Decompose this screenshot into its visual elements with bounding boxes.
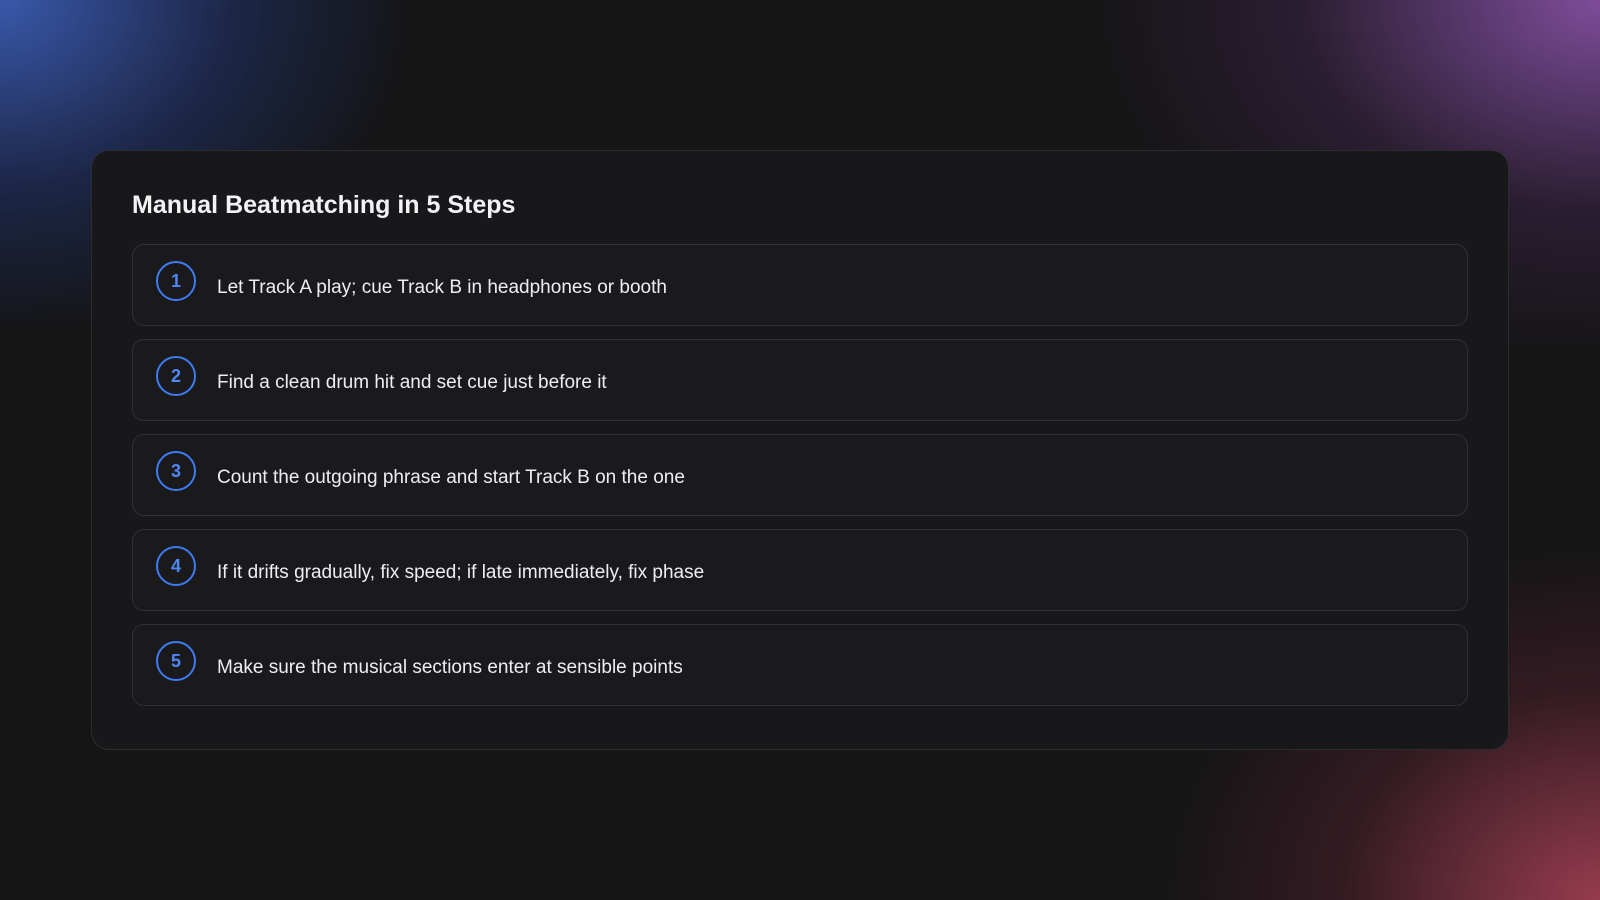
step-number-badge: 5	[156, 641, 196, 681]
step-item-1: 1 Let Track A play; cue Track B in headp…	[132, 244, 1468, 326]
step-number-badge: 1	[156, 261, 196, 301]
step-item-3: 3 Count the outgoing phrase and start Tr…	[132, 434, 1468, 516]
step-text: Count the outgoing phrase and start Trac…	[217, 467, 685, 488]
step-number-badge: 2	[156, 356, 196, 396]
step-text: Find a clean drum hit and set cue just b…	[217, 372, 607, 393]
steps-list: 1 Let Track A play; cue Track B in headp…	[132, 244, 1468, 706]
card-title: Manual Beatmatching in 5 Steps	[132, 191, 516, 219]
step-text: Make sure the musical sections enter at …	[217, 657, 683, 678]
step-item-4: 4 If it drifts gradually, fix speed; if …	[132, 529, 1468, 611]
steps-card: Manual Beatmatching in 5 Steps 1 Let Tra…	[91, 150, 1509, 750]
step-item-2: 2 Find a clean drum hit and set cue just…	[132, 339, 1468, 421]
step-number-badge: 4	[156, 546, 196, 586]
step-item-5: 5 Make sure the musical sections enter a…	[132, 624, 1468, 706]
step-number-badge: 3	[156, 451, 196, 491]
step-text: If it drifts gradually, fix speed; if la…	[217, 562, 705, 583]
step-text: Let Track A play; cue Track B in headpho…	[217, 277, 667, 298]
